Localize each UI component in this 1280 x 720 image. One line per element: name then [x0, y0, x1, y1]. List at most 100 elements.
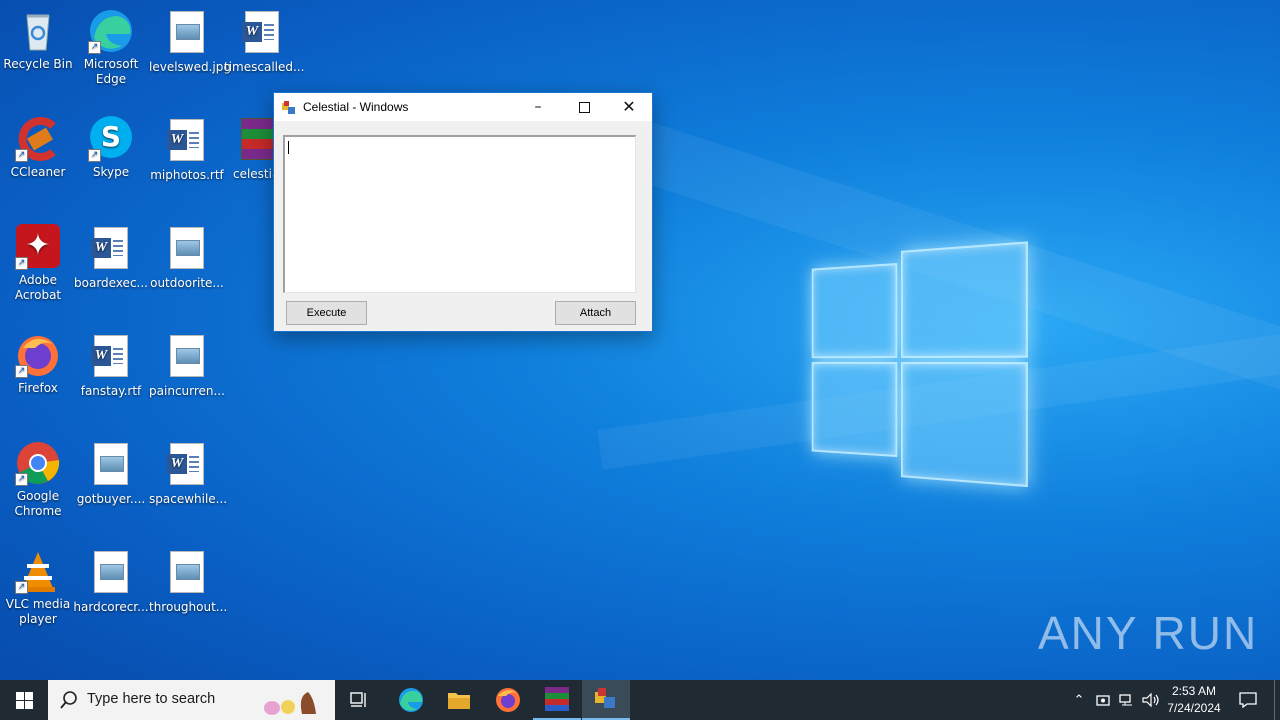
tray-volume[interactable]: [1140, 680, 1162, 720]
firefox-icon: ↗: [15, 332, 61, 378]
taskbar-celestial[interactable]: [582, 680, 630, 720]
attach-button[interactable]: Attach: [555, 301, 636, 325]
taskbar-winrar[interactable]: [533, 680, 581, 720]
icon-label: hardcorecr...: [73, 600, 149, 614]
desktop-icon-recycle-bin[interactable]: Recycle Bin: [0, 8, 76, 72]
volume-icon: [1142, 693, 1159, 707]
clock-date: 7/24/2024: [1167, 701, 1221, 715]
winrar-icon: [545, 687, 569, 711]
script-editor[interactable]: [283, 135, 636, 293]
show-desktop-button[interactable]: [1274, 680, 1275, 720]
maximize-button[interactable]: [561, 93, 607, 121]
taskbar-edge[interactable]: [387, 680, 435, 720]
icon-label: timescalled...: [224, 60, 305, 74]
search-icon: [60, 691, 77, 709]
icon-label: paincurren...: [149, 384, 225, 398]
taskbar-file-explorer[interactable]: [435, 680, 483, 720]
task-view-icon: [350, 692, 366, 707]
desktop-icon-vlc[interactable]: ↗ VLC media player: [0, 548, 76, 627]
close-icon: ✕: [622, 97, 636, 116]
search-placeholder: Type here to search: [87, 691, 216, 707]
desktop-icon-levelswed[interactable]: levelswed.jpg: [149, 8, 231, 75]
task-view-button[interactable]: [336, 680, 384, 720]
minimize-button[interactable]: –: [515, 93, 561, 121]
desktop-icon-firefox[interactable]: ↗ Firefox: [0, 332, 76, 396]
action-center-button[interactable]: [1232, 680, 1264, 720]
icon-label: Firefox: [18, 381, 58, 395]
show-hidden-icons-button[interactable]: ⌃: [1068, 680, 1090, 720]
execute-button[interactable]: Execute: [286, 301, 367, 325]
app-icon: [595, 688, 615, 708]
desktop-icon-timescalled[interactable]: W timescalled...: [224, 8, 304, 75]
taskbar-firefox[interactable]: [484, 680, 532, 720]
icon-label: throughout...: [149, 600, 228, 614]
word-doc-icon: W: [164, 443, 210, 489]
desktop-icon-hardcorecr[interactable]: hardcorecr...: [73, 548, 149, 615]
icon-label: gotbuyer....: [76, 492, 146, 506]
folder-icon: [448, 693, 470, 709]
icon-label: Skype: [92, 165, 130, 179]
desktop-icon-outdoorite[interactable]: outdoorite...: [149, 224, 225, 291]
recycle-bin-icon: [15, 8, 61, 54]
word-doc-icon: W: [88, 227, 134, 273]
window-title: Celestial - Windows: [303, 100, 409, 114]
ccleaner-icon: ↗: [15, 116, 61, 162]
desktop-icon-spacewhile[interactable]: W spacewhile...: [149, 440, 228, 507]
vlc-icon: ↗: [15, 548, 61, 594]
word-doc-icon: W: [88, 335, 134, 381]
network-icon: [1119, 694, 1132, 706]
desktop-icon-gotbuyer[interactable]: gotbuyer....: [73, 440, 149, 507]
taskbar-clock[interactable]: 2:53 AM 7/24/2024: [1160, 683, 1228, 717]
windows-start-icon: [15, 691, 33, 709]
image-file-icon: [88, 551, 134, 597]
anyrun-watermark: ANY RUN: [1038, 607, 1259, 659]
icon-label: spacewhile...: [149, 492, 228, 506]
window-titlebar[interactable]: Celestial - Windows – ✕: [274, 93, 652, 121]
desktop-icon-adobe-acrobat[interactable]: ✦ ↗ Adobe Acrobat: [0, 224, 76, 303]
icon-label: VLC media player: [5, 597, 71, 626]
icon-label: Adobe Acrobat: [14, 273, 62, 302]
image-file-icon: [164, 551, 210, 597]
icon-label: Google Chrome: [14, 489, 62, 518]
chevron-up-icon: ⌃: [1073, 692, 1085, 708]
celestial-window: Celestial - Windows – ✕ Execute Attach: [273, 92, 653, 332]
desktop-icon-paincurren[interactable]: paincurren...: [149, 332, 225, 399]
app-icon: [282, 100, 296, 114]
windows-wallpaper-logo: [811, 233, 1028, 490]
chrome-icon: ↗: [15, 440, 61, 486]
icon-label: miphotos.rtf: [150, 168, 224, 182]
notification-icon: [1239, 692, 1257, 708]
tray-network[interactable]: [1116, 680, 1138, 720]
taskbar: Type here to search ⌃ 2:53 AM 7/24/2024: [0, 680, 1280, 720]
firefox-icon: [496, 688, 520, 712]
word-doc-icon: W: [239, 11, 285, 57]
edge-icon: ↗: [88, 8, 134, 54]
icon-label: levelswed.jpg: [149, 60, 231, 74]
icon-label: fanstay.rtf: [80, 384, 142, 398]
close-button[interactable]: ✕: [606, 93, 652, 121]
taskbar-search-box[interactable]: Type here to search: [48, 680, 335, 720]
icon-label: Microsoft Edge: [83, 57, 139, 86]
desktop-icon-throughout[interactable]: throughout...: [149, 548, 228, 615]
desktop-icon-skype[interactable]: S ↗ Skype: [73, 116, 149, 180]
icon-label: boardexec...: [74, 276, 148, 290]
desktop-icon-fanstay[interactable]: W fanstay.rtf: [73, 332, 149, 399]
desktop-icon-ccleaner[interactable]: ↗ CCleaner: [0, 116, 76, 180]
tray-app-icon: [1096, 695, 1110, 706]
desktop-icon-microsoft-edge[interactable]: ↗ Microsoft Edge: [73, 8, 149, 87]
image-file-icon: [164, 335, 210, 381]
text-caret: [288, 141, 289, 154]
maximize-icon: [578, 101, 590, 113]
acrobat-icon: ✦ ↗: [15, 224, 61, 270]
desktop-icon-miphotos[interactable]: W miphotos.rtf: [149, 116, 225, 183]
start-button[interactable]: [0, 680, 48, 720]
image-file-icon: [88, 443, 134, 489]
edge-icon: [399, 688, 423, 712]
image-file-icon: [164, 11, 210, 57]
skype-icon: S ↗: [88, 116, 134, 162]
minimize-icon: –: [534, 99, 542, 115]
icon-label: Recycle Bin: [3, 57, 73, 71]
desktop-icon-boardexec[interactable]: W boardexec...: [73, 224, 149, 291]
desktop-icon-google-chrome[interactable]: ↗ Google Chrome: [0, 440, 76, 519]
tray-meet-now[interactable]: [1092, 680, 1114, 720]
